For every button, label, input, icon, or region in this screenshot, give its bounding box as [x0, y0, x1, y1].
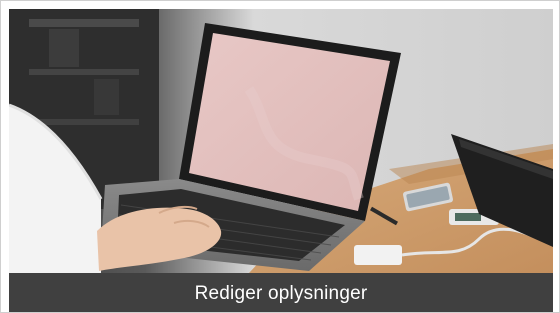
- caption-bar[interactable]: Rediger oplysninger: [9, 273, 553, 312]
- laptop-photo: [9, 9, 553, 273]
- caption-label: Rediger oplysninger: [194, 282, 368, 304]
- edit-info-tile[interactable]: Rediger oplysninger: [0, 0, 560, 313]
